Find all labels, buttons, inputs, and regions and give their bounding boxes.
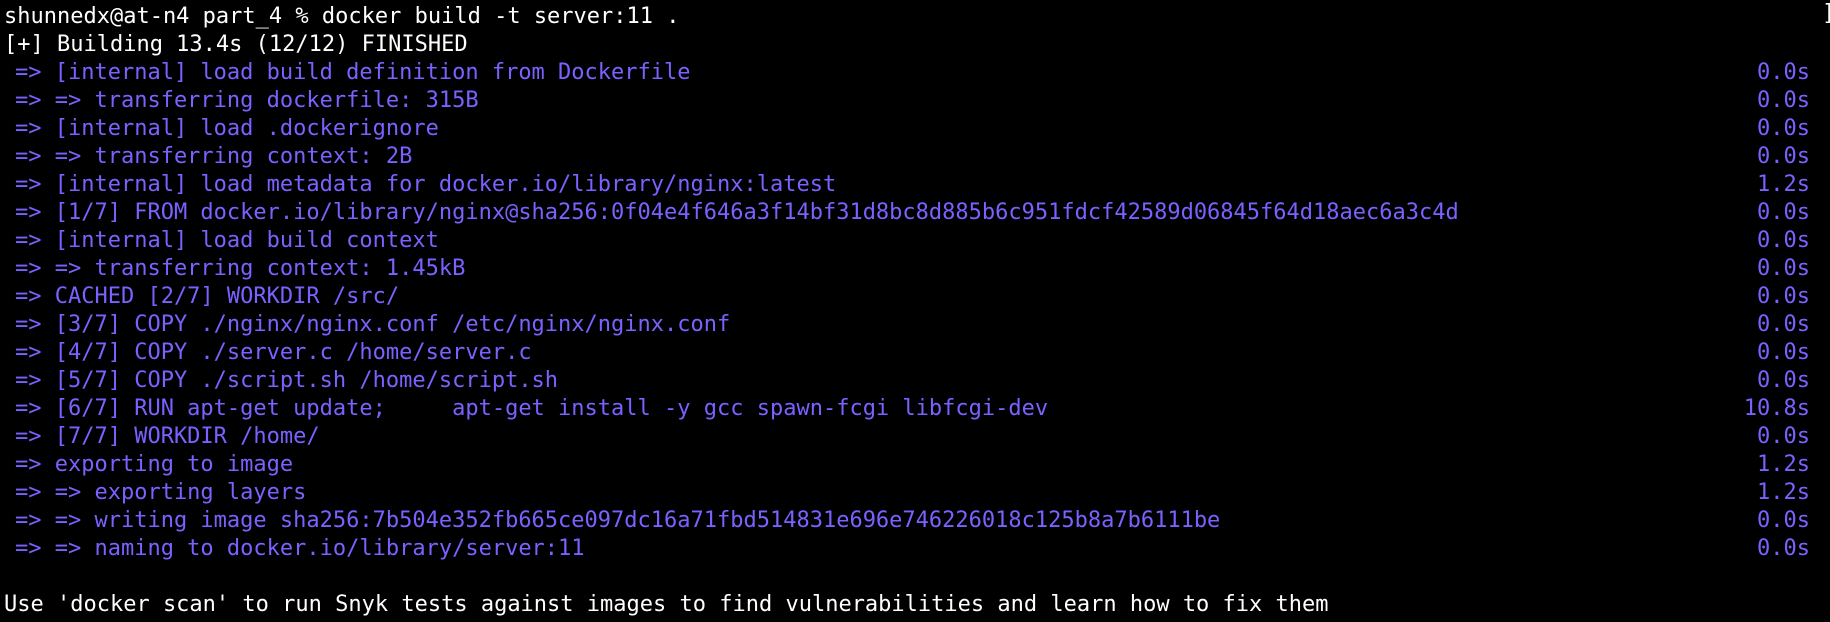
step-text: => [internal] load .dockerignore <box>15 116 439 141</box>
build-status: [+] Building 13.4s (12/12) FINISHED <box>4 32 468 57</box>
step-time: 0.0s <box>1757 60 1810 85</box>
footer-hint: Use 'docker scan' to run Snyk tests agai… <box>4 592 1329 617</box>
step-text: => [4/7] COPY ./server.c /home/server.c <box>15 340 532 365</box>
build-step: => CACHED [2/7] WORKDIR /src/0.0s <box>0 283 1830 311</box>
step-time: 0.0s <box>1757 340 1810 365</box>
step-time: 0.0s <box>1757 200 1810 225</box>
build-step: => [6/7] RUN apt-get update; apt-get ins… <box>0 395 1830 423</box>
build-step: => => transferring dockerfile: 315B 0.0s <box>0 87 1830 115</box>
build-step: => => transferring context: 1.45kB 0.0s <box>0 255 1830 283</box>
step-time: 0.0s <box>1757 312 1810 337</box>
cursor-bracket-icon: ] <box>1822 3 1830 25</box>
build-step: => [1/7] FROM docker.io/library/nginx@sh… <box>0 199 1830 227</box>
step-text: => => transferring context: 2B <box>15 144 413 169</box>
build-step: => => exporting layers 1.2s <box>0 479 1830 507</box>
step-text: => [internal] load build context <box>15 228 439 253</box>
step-text: => [6/7] RUN apt-get update; apt-get ins… <box>15 396 1049 421</box>
step-time: 0.0s <box>1757 368 1810 393</box>
step-text: => [internal] load build definition from… <box>15 60 691 85</box>
step-time: 0.0s <box>1757 536 1810 561</box>
step-time: 10.8s <box>1743 396 1810 421</box>
step-time: 0.0s <box>1757 256 1810 281</box>
step-text: => [7/7] WORKDIR /home/ <box>15 424 320 449</box>
build-step: => exporting to image 1.2s <box>0 451 1830 479</box>
step-text: => => naming to docker.io/library/server… <box>15 536 585 561</box>
step-time: 1.2s <box>1757 172 1810 197</box>
step-time: 0.0s <box>1757 144 1810 169</box>
step-time: 0.0s <box>1757 88 1810 113</box>
step-text: => CACHED [2/7] WORKDIR /src/ <box>15 284 400 309</box>
build-step: => [internal] load .dockerignore 0.0s <box>0 115 1830 143</box>
build-step: => [internal] load build definition from… <box>0 59 1830 87</box>
step-text: => => exporting layers <box>15 480 307 505</box>
build-step: => [4/7] COPY ./server.c /home/server.c 0… <box>0 339 1830 367</box>
build-step: => => naming to docker.io/library/server… <box>0 535 1830 563</box>
step-time: 0.0s <box>1757 228 1810 253</box>
step-time: 0.0s <box>1757 284 1810 309</box>
terminal-window[interactable]: shunnedx@at-n4 part_4 % docker build -t … <box>0 0 1830 622</box>
step-text: => exporting to image <box>15 452 294 477</box>
build-step: => => transferring context: 2B 0.0s <box>0 143 1830 171</box>
build-step: => [7/7] WORKDIR /home/0.0s <box>0 423 1830 451</box>
step-text: => => transferring dockerfile: 315B <box>15 88 479 113</box>
step-time: 0.0s <box>1757 424 1810 449</box>
shell-prompt: shunnedx@at-n4 part_4 % <box>4 4 322 29</box>
build-step: => => writing image sha256:7b504e352fb66… <box>0 507 1830 535</box>
command-text: docker build -t server:11 . <box>321 4 680 29</box>
step-time: 1.2s <box>1757 452 1810 477</box>
step-text: => [5/7] COPY ./script.sh /home/script.s… <box>15 368 559 393</box>
build-step: => [5/7] COPY ./script.sh /home/script.s… <box>0 367 1830 395</box>
step-time: 0.0s <box>1757 116 1810 141</box>
command-line: shunnedx@at-n4 part_4 % docker build -t … <box>0 3 1830 31</box>
step-text: => => transferring context: 1.45kB <box>15 256 466 281</box>
step-time: 1.2s <box>1757 480 1810 505</box>
step-text: => [1/7] FROM docker.io/library/nginx@sh… <box>15 200 1459 225</box>
step-text: => [internal] load metadata for docker.i… <box>15 172 837 197</box>
build-step: => [3/7] COPY ./nginx/nginx.conf /etc/ng… <box>0 311 1830 339</box>
step-text: => => writing image sha256:7b504e352fb66… <box>15 508 1221 533</box>
build-step: => [internal] load metadata for docker.i… <box>0 171 1830 199</box>
step-time: 0.0s <box>1757 508 1810 533</box>
step-text: => [3/7] COPY ./nginx/nginx.conf /etc/ng… <box>15 312 731 337</box>
build-step: => [internal] load build context 0.0s <box>0 227 1830 255</box>
